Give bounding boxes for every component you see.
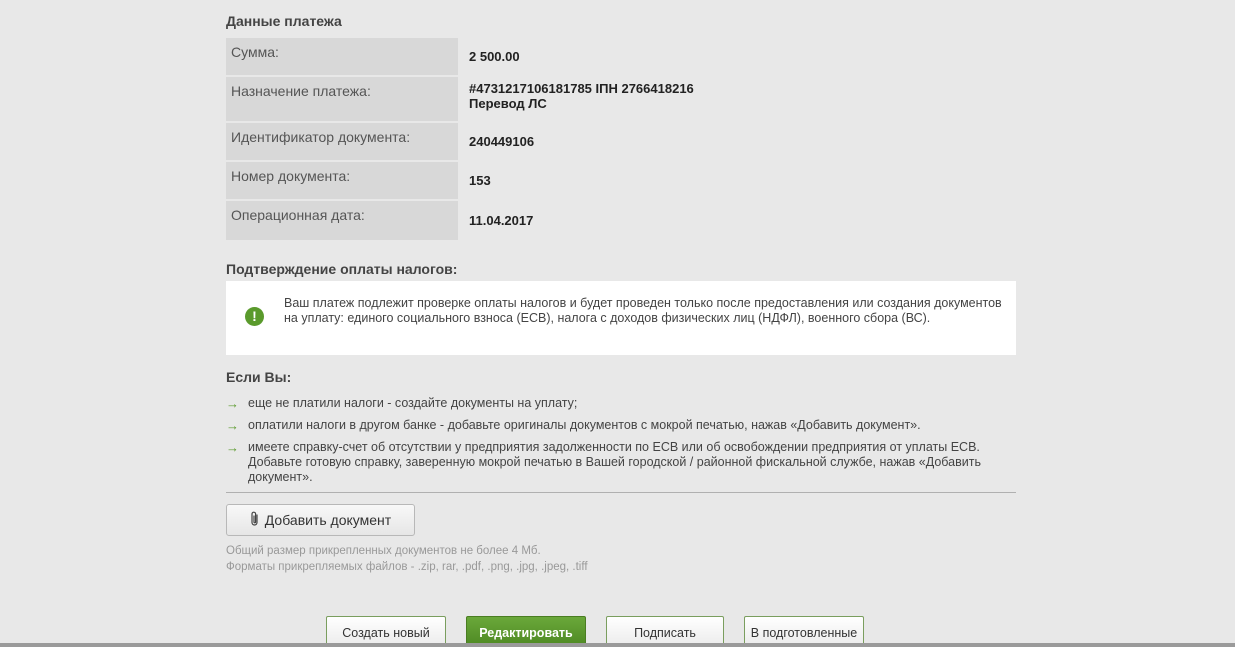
- list-item: → имеете справку-счет об отсутствии у пр…: [226, 440, 1016, 485]
- table-row: Идентификатор документа: 240449106: [226, 123, 1016, 162]
- formats-hint: Форматы прикрепляемых файлов - .zip, rar…: [226, 561, 588, 573]
- row-value: 11.04.2017: [469, 213, 534, 228]
- sign-button[interactable]: Подписать: [606, 616, 724, 646]
- list-item: → оплатили налоги в другом банке - добав…: [226, 418, 1016, 433]
- row-value: 153: [469, 173, 491, 188]
- edit-button[interactable]: Редактировать: [466, 616, 586, 646]
- add-document-button[interactable]: Добавить документ: [226, 504, 415, 536]
- arrow-right-icon: →: [226, 440, 239, 455]
- if-you-list: → еще не платили налоги - создайте докум…: [226, 396, 1016, 492]
- tax-notice-box: ! Ваш платеж подлежит проверке оплаты на…: [226, 281, 1016, 355]
- payment-data-title: Данные платежа: [226, 13, 342, 29]
- list-item: → еще не платили налоги - создайте докум…: [226, 396, 1016, 411]
- tax-confirmation-title: Подтверждение оплаты налогов:: [226, 261, 458, 277]
- row-label: Сумма:: [226, 38, 458, 75]
- row-value: 240449106: [469, 134, 535, 149]
- arrow-right-icon: →: [226, 418, 239, 433]
- add-document-label: Добавить документ: [264, 512, 392, 528]
- create-new-button[interactable]: Создать новый: [326, 616, 446, 646]
- row-label: Номер документа:: [226, 162, 458, 199]
- table-row: Операционная дата: 11.04.2017: [226, 201, 1016, 240]
- table-row: Номер документа: 153: [226, 162, 1016, 201]
- row-label: Операционная дата:: [226, 201, 458, 240]
- row-value: #4731217106181785 ІПН 2766418216 Перевод…: [469, 81, 694, 111]
- table-row: Сумма: 2 500.00: [226, 38, 1016, 77]
- payment-details-table: Сумма: 2 500.00 Назначение платежа: #473…: [226, 38, 1016, 240]
- list-item-text: имеете справку-счет об отсутствии у пред…: [248, 440, 981, 484]
- row-label: Назначение платежа:: [226, 77, 458, 121]
- if-you-title: Если Вы:: [226, 369, 292, 385]
- tax-notice-text: Ваш платеж подлежит проверке оплаты нало…: [284, 296, 1002, 325]
- bottom-scrollbar[interactable]: [0, 643, 1235, 647]
- table-row: Назначение платежа: #4731217106181785 ІП…: [226, 77, 1016, 123]
- paperclip-icon: [250, 511, 260, 530]
- row-value: 2 500.00: [469, 49, 520, 64]
- list-item-text: еще не платили налоги - создайте докумен…: [248, 396, 578, 410]
- row-label: Идентификатор документа:: [226, 123, 458, 160]
- exclamation-icon: !: [245, 307, 264, 326]
- size-hint: Общий размер прикрепленных документов не…: [226, 545, 541, 557]
- to-drafts-button[interactable]: В подготовленные: [744, 616, 864, 646]
- list-item-text: оплатили налоги в другом банке - добавьт…: [248, 418, 921, 432]
- section-divider: [226, 492, 1016, 493]
- arrow-right-icon: →: [226, 396, 239, 411]
